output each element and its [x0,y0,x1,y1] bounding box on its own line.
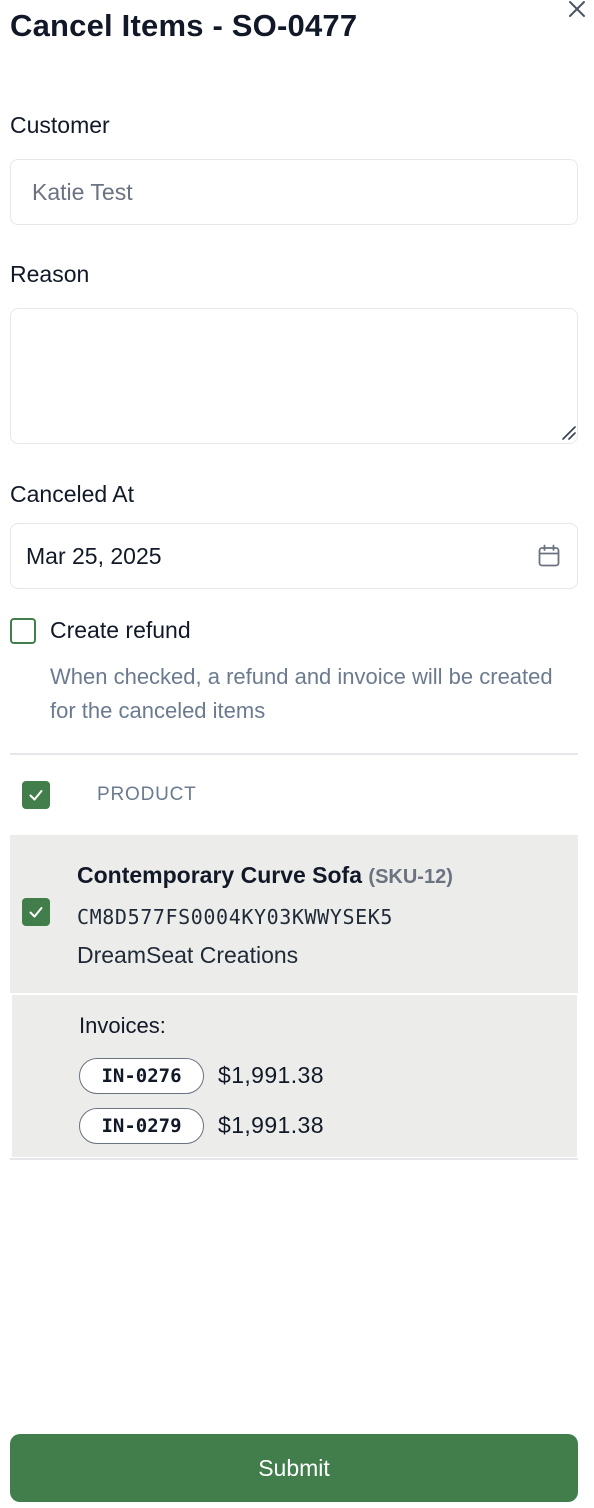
invoice-badge[interactable]: IN-0279 [79,1108,204,1144]
product-name-text: Contemporary Curve Sofa [77,862,363,888]
canceled-at-label: Canceled At [10,481,135,507]
close-button[interactable] [562,0,592,24]
customer-label: Customer [10,112,110,138]
create-refund-label[interactable]: Create refund [50,617,191,644]
check-icon [29,907,43,918]
section-divider [10,753,578,755]
product-code: CM8D577FS0004KY03KWWYSEK5 [77,905,394,929]
select-all-checkbox[interactable] [22,781,50,809]
calendar-icon[interactable] [536,543,562,569]
check-icon [29,790,43,801]
column-header-product: PRODUCT [97,784,197,805]
reason-label: Reason [10,261,90,287]
canceled-at-value: Mar 25, 2025 [26,542,162,569]
submit-button[interactable]: Submit [10,1434,578,1502]
invoice-badge[interactable]: IN-0276 [79,1058,204,1094]
invoices-label: Invoices: [79,1013,166,1038]
invoice-amount: $1,991.38 [218,1112,324,1138]
product-sku: (SKU-12) [368,866,453,888]
invoice-amount: $1,991.38 [218,1062,324,1088]
dialog-title: Cancel Items - SO-0477 [10,8,358,43]
canceled-at-date-picker[interactable]: Mar 25, 2025 [10,523,578,589]
create-refund-help-text: When checked, a refund and invoice will … [50,664,553,723]
table-bottom-divider [10,1158,578,1160]
close-icon [569,1,585,17]
customer-value: Katie Test [32,178,133,205]
create-refund-checkbox[interactable] [10,618,36,644]
product-name: Contemporary Curve Sofa (SKU-12) [77,862,453,889]
row-select-checkbox[interactable] [22,898,50,926]
customer-field[interactable]: Katie Test [10,159,578,225]
reason-textarea[interactable] [10,308,578,444]
product-vendor: DreamSeat Creations [77,942,299,968]
